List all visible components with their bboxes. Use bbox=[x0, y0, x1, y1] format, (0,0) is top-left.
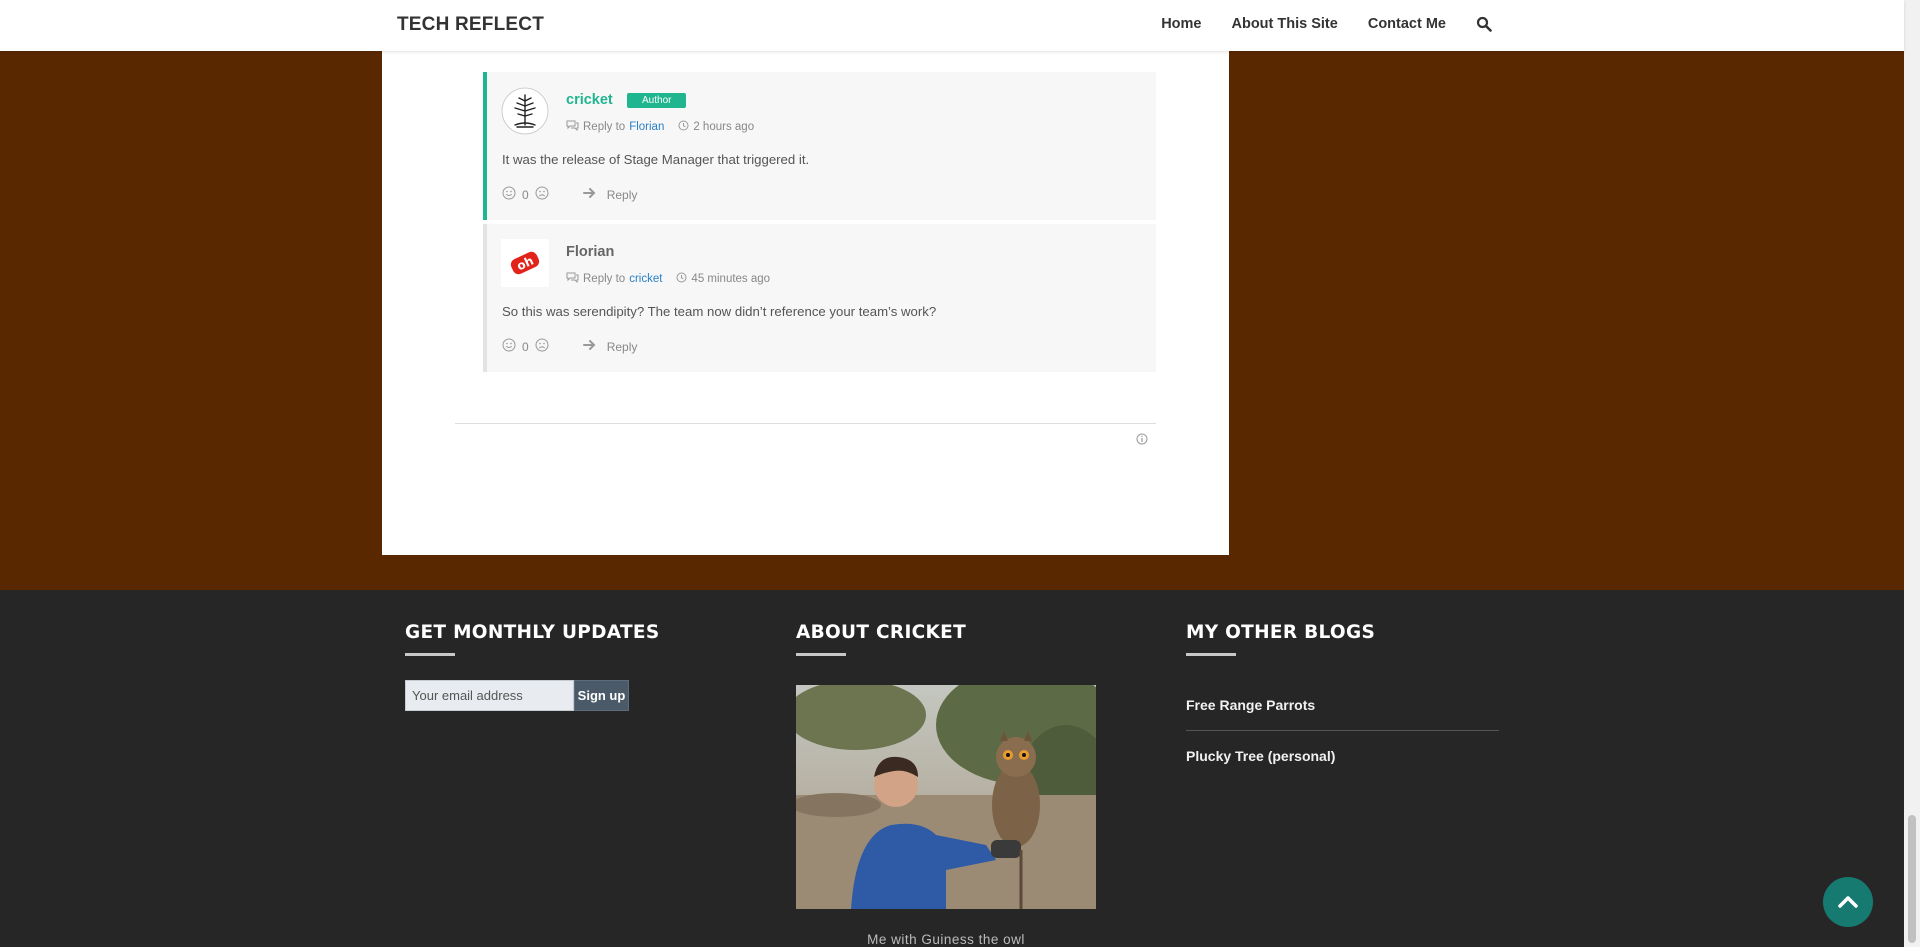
downvote-icon[interactable] bbox=[535, 338, 549, 355]
heading-underline bbox=[405, 653, 455, 656]
comment-meta: Reply to Florian 2 hours ago bbox=[566, 120, 754, 134]
vote-count: 0 bbox=[522, 339, 529, 354]
comment-author[interactable]: cricket bbox=[566, 92, 613, 108]
scrollbar-thumb[interactable] bbox=[1908, 815, 1916, 943]
nav-home[interactable]: Home bbox=[1161, 16, 1201, 32]
search-icon[interactable] bbox=[1476, 16, 1492, 32]
email-input[interactable]: Your email address bbox=[405, 680, 574, 711]
footer-blogs: MY OTHER BLOGS bbox=[1186, 622, 1375, 656]
vote-count: 0 bbox=[522, 187, 529, 202]
reply-button[interactable]: Reply bbox=[607, 340, 638, 354]
downvote-icon[interactable] bbox=[535, 186, 549, 203]
nav-contact[interactable]: Contact Me bbox=[1368, 16, 1446, 32]
comment-time[interactable]: 2 hours ago bbox=[693, 121, 754, 133]
heading-underline bbox=[796, 653, 846, 656]
about-photo bbox=[796, 685, 1096, 909]
clock-icon bbox=[676, 272, 687, 286]
reply-button[interactable]: Reply bbox=[607, 188, 638, 202]
clock-icon bbox=[678, 120, 689, 134]
comment-time[interactable]: 45 minutes ago bbox=[691, 273, 770, 285]
blog-divider bbox=[1186, 730, 1499, 731]
blog-link-plucky-tree[interactable]: Plucky Tree (personal) bbox=[1186, 748, 1335, 764]
reply-prefix: Reply to bbox=[583, 273, 626, 285]
comment-text: So this was serendipity? The team now di… bbox=[502, 304, 937, 319]
comment-text: It was the release of Stage Manager that… bbox=[502, 152, 810, 167]
reply-icon bbox=[566, 272, 579, 286]
comment-author[interactable]: Florian bbox=[566, 244, 614, 260]
avatar[interactable] bbox=[501, 87, 549, 135]
comment-item: oh Florian Reply to cricket 45 minutes a… bbox=[483, 224, 1156, 372]
upvote-icon[interactable] bbox=[502, 186, 516, 203]
reply-prefix: Reply to bbox=[583, 121, 626, 133]
heading-underline bbox=[1186, 653, 1236, 656]
about-heading: ABOUT CRICKET bbox=[796, 622, 967, 643]
reply-arrow-icon[interactable] bbox=[582, 187, 597, 202]
photo-caption: Me with Guiness the owl bbox=[867, 932, 1025, 947]
updates-heading: GET MONTHLY UPDATES bbox=[405, 622, 660, 643]
upvote-icon[interactable] bbox=[502, 338, 516, 355]
author-badge: Author bbox=[627, 93, 687, 108]
back-to-top-button[interactable] bbox=[1823, 877, 1873, 927]
footer-about: ABOUT CRICKET bbox=[796, 622, 966, 656]
comment-item: cricket Author Reply to Florian 2 hours … bbox=[483, 72, 1156, 220]
site-brand[interactable]: TECH REFLECT bbox=[397, 14, 544, 36]
comment-actions: 0 Reply bbox=[502, 338, 637, 355]
main-nav: Home About This Site Contact Me bbox=[1161, 16, 1492, 32]
page-scrollbar[interactable] bbox=[1904, 0, 1920, 947]
info-icon[interactable] bbox=[1136, 432, 1148, 445]
reply-to-link[interactable]: cricket bbox=[629, 273, 662, 285]
reply-arrow-icon[interactable] bbox=[582, 339, 597, 354]
top-navbar: TECH REFLECT Home About This Site Contac… bbox=[0, 0, 1904, 51]
blogs-heading: MY OTHER BLOGS bbox=[1186, 622, 1376, 643]
comments-divider bbox=[455, 423, 1156, 424]
footer-updates: GET MONTHLY UPDATES bbox=[405, 622, 659, 656]
reply-icon bbox=[566, 120, 579, 134]
comment-actions: 0 Reply bbox=[502, 186, 637, 203]
chevron-up-icon bbox=[1823, 896, 1873, 931]
comment-meta: Reply to cricket 45 minutes ago bbox=[566, 272, 770, 286]
reply-to-link[interactable]: Florian bbox=[629, 121, 664, 133]
signup-button[interactable]: Sign up bbox=[574, 680, 629, 711]
blog-link-free-range-parrots[interactable]: Free Range Parrots bbox=[1186, 697, 1315, 713]
nav-about[interactable]: About This Site bbox=[1232, 16, 1338, 32]
avatar[interactable]: oh bbox=[501, 239, 549, 287]
